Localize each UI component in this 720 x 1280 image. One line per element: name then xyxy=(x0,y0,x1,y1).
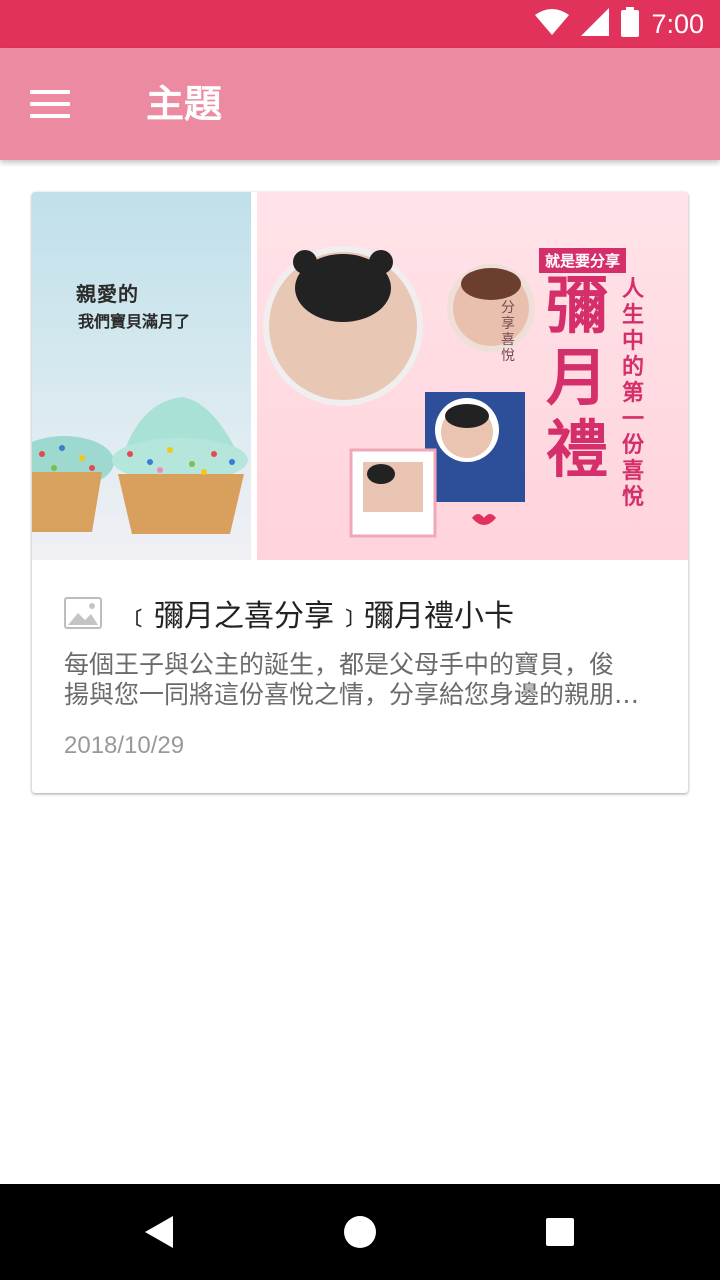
system-nav-bar xyxy=(0,1184,720,1280)
menu-icon[interactable] xyxy=(22,76,78,132)
status-time: 7:00 xyxy=(651,8,704,39)
banner-big-text: 彌月禮 xyxy=(545,269,608,486)
app-bar: 主題 xyxy=(0,48,720,160)
card-description-line: 揚與您一同將這份喜悅之情，分享給您身邊的親朋… xyxy=(64,680,640,709)
page-title: 主題 xyxy=(146,82,223,126)
status-bar: 7:00 xyxy=(0,0,720,48)
back-icon[interactable] xyxy=(136,1208,184,1256)
card-title-row: ﹝彌月之喜分享﹞彌月禮小卡 xyxy=(64,592,514,634)
image-icon xyxy=(64,597,102,629)
article-card[interactable]: 親愛的 我們寶貝滿月了 就是要分享 彌月禮 人生中的第一份喜悅 分享喜悅 ﹝彌月… xyxy=(32,192,688,793)
card-banner-image: 親愛的 我們寶貝滿月了 就是要分享 彌月禮 人生中的第一份喜悅 分享喜悅 xyxy=(32,192,688,560)
banner-share-text: 分享喜悅 xyxy=(501,300,515,364)
banner-vertical-text: 人生中的第一份喜悅 xyxy=(621,276,644,510)
recents-icon[interactable] xyxy=(536,1208,584,1256)
card-description-line: 每個王子與公主的誕生，都是父母手中的寶貝，俊 xyxy=(64,650,615,679)
banner-text-dear: 親愛的 xyxy=(76,282,139,306)
wifi-icon xyxy=(535,9,570,39)
home-icon[interactable] xyxy=(336,1208,384,1256)
card-date: 2018/10/29 xyxy=(64,732,185,759)
signal-icon xyxy=(581,8,610,40)
battery-icon xyxy=(621,7,640,41)
banner-text-baby: 我們寶貝滿月了 xyxy=(78,312,191,331)
baby-collage-image: 就是要分享 彌月禮 人生中的第一份喜悅 分享喜悅 xyxy=(257,192,688,560)
cupcake-image: 親愛的 我們寶貝滿月了 xyxy=(32,192,251,560)
card-title: ﹝彌月之喜分享﹞彌月禮小卡 xyxy=(124,599,514,634)
card-description: 每個王子與公主的誕生，都是父母手中的寶貝，俊 揚與您一同將這份喜悅之情，分享給您… xyxy=(64,650,664,710)
